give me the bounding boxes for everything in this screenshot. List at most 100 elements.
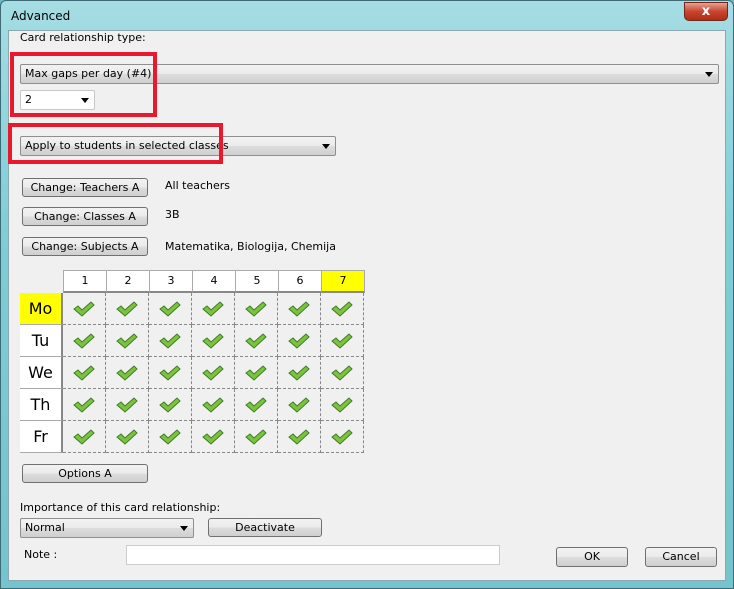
grid-cell[interactable] — [192, 389, 235, 421]
grid-cell[interactable] — [149, 389, 192, 421]
grid-cell[interactable] — [192, 325, 235, 357]
change-teachers-button[interactable]: Change: Teachers A — [22, 178, 148, 197]
chevron-down-icon — [180, 526, 188, 531]
day-header[interactable]: Th — [20, 389, 63, 421]
day-header[interactable]: Mo — [20, 293, 63, 325]
checkmark-icon — [288, 333, 310, 349]
classes-value: 3B — [165, 208, 180, 221]
importance-label: Importance of this card relationship: — [20, 501, 221, 514]
grid-cell[interactable] — [63, 389, 106, 421]
grid-cell[interactable] — [278, 325, 321, 357]
checkmark-icon — [116, 333, 138, 349]
grid-cell[interactable] — [321, 293, 364, 325]
checkmark-icon — [202, 397, 224, 413]
checkmark-icon — [116, 301, 138, 317]
checkmark-icon — [331, 365, 353, 381]
checkmark-icon — [116, 397, 138, 413]
note-input[interactable] — [126, 545, 500, 565]
checkmark-icon — [331, 397, 353, 413]
checkmark-icon — [245, 365, 267, 381]
grid-cell[interactable] — [192, 357, 235, 389]
grid-cell[interactable] — [321, 389, 364, 421]
grid-cell[interactable] — [106, 293, 149, 325]
importance-value: Normal — [25, 521, 65, 534]
checkmark-icon — [331, 333, 353, 349]
grid-cell[interactable] — [192, 421, 235, 453]
checkmark-icon — [245, 429, 267, 445]
type-label: Card relationship type: — [20, 31, 146, 44]
grid-cell[interactable] — [149, 421, 192, 453]
grid-cell[interactable] — [63, 357, 106, 389]
grid-cell[interactable] — [235, 421, 278, 453]
grid-cell[interactable] — [321, 357, 364, 389]
grid-cell[interactable] — [63, 293, 106, 325]
checkmark-icon — [288, 397, 310, 413]
checkmark-icon — [159, 333, 181, 349]
checkmark-icon — [73, 365, 95, 381]
subjects-value: Matematika, Biologija, Chemija — [165, 240, 336, 253]
highlight-box — [8, 123, 223, 164]
highlight-box — [10, 52, 157, 117]
grid-cell[interactable] — [235, 293, 278, 325]
grid-cell[interactable] — [63, 325, 106, 357]
grid-cell[interactable] — [278, 389, 321, 421]
deactivate-button[interactable]: Deactivate — [208, 518, 322, 537]
period-header[interactable]: 2 — [106, 270, 150, 293]
grid-cell[interactable] — [106, 389, 149, 421]
grid-cell[interactable] — [149, 293, 192, 325]
grid-cell[interactable] — [321, 421, 364, 453]
day-header[interactable]: We — [20, 357, 63, 389]
grid-cell[interactable] — [149, 357, 192, 389]
checkmark-icon — [245, 333, 267, 349]
grid-cell[interactable] — [106, 357, 149, 389]
grid-cell[interactable] — [106, 421, 149, 453]
grid-cell[interactable] — [149, 325, 192, 357]
window-title: Advanced — [11, 9, 71, 23]
day-header[interactable]: Tu — [20, 325, 63, 357]
period-header[interactable]: 3 — [149, 270, 193, 293]
chevron-down-icon — [705, 72, 713, 77]
checkmark-icon — [73, 301, 95, 317]
checkmark-icon — [159, 429, 181, 445]
checkmark-icon — [202, 429, 224, 445]
period-header[interactable]: 7 — [321, 270, 365, 293]
checkmark-icon — [159, 301, 181, 317]
period-header[interactable]: 1 — [63, 270, 107, 293]
checkmark-icon — [202, 301, 224, 317]
checkmark-icon — [288, 429, 310, 445]
checkmark-icon — [73, 429, 95, 445]
period-header[interactable]: 5 — [235, 270, 279, 293]
checkmark-icon — [288, 301, 310, 317]
checkmark-icon — [159, 397, 181, 413]
grid-cell[interactable] — [106, 325, 149, 357]
grid-cell[interactable] — [321, 325, 364, 357]
grid-cell[interactable] — [63, 421, 106, 453]
importance-dropdown[interactable]: Normal — [20, 518, 194, 538]
checkmark-icon — [116, 429, 138, 445]
change-subjects-button[interactable]: Change: Subjects A — [22, 237, 148, 256]
options-button[interactable]: Options A — [22, 464, 148, 483]
grid-cell[interactable] — [235, 357, 278, 389]
checkmark-icon — [202, 333, 224, 349]
grid-cell[interactable] — [278, 421, 321, 453]
day-header[interactable]: Fr — [20, 421, 63, 453]
checkmark-icon — [331, 301, 353, 317]
change-classes-button[interactable]: Change: Classes A — [22, 207, 148, 226]
grid-cell[interactable] — [278, 357, 321, 389]
checkmark-icon — [202, 365, 224, 381]
checkmark-icon — [288, 365, 310, 381]
close-button[interactable]: x — [684, 2, 728, 21]
cancel-button[interactable]: Cancel — [645, 547, 717, 567]
grid-cell[interactable] — [235, 389, 278, 421]
ok-button[interactable]: OK — [556, 547, 628, 567]
grid-cell[interactable] — [192, 293, 235, 325]
note-label: Note : — [24, 548, 58, 561]
period-header[interactable]: 4 — [192, 270, 236, 293]
checkmark-icon — [116, 365, 138, 381]
chevron-down-icon — [322, 144, 330, 149]
checkmark-icon — [73, 333, 95, 349]
grid-cell[interactable] — [235, 325, 278, 357]
period-header[interactable]: 6 — [278, 270, 322, 293]
checkmark-icon — [73, 397, 95, 413]
grid-cell[interactable] — [278, 293, 321, 325]
